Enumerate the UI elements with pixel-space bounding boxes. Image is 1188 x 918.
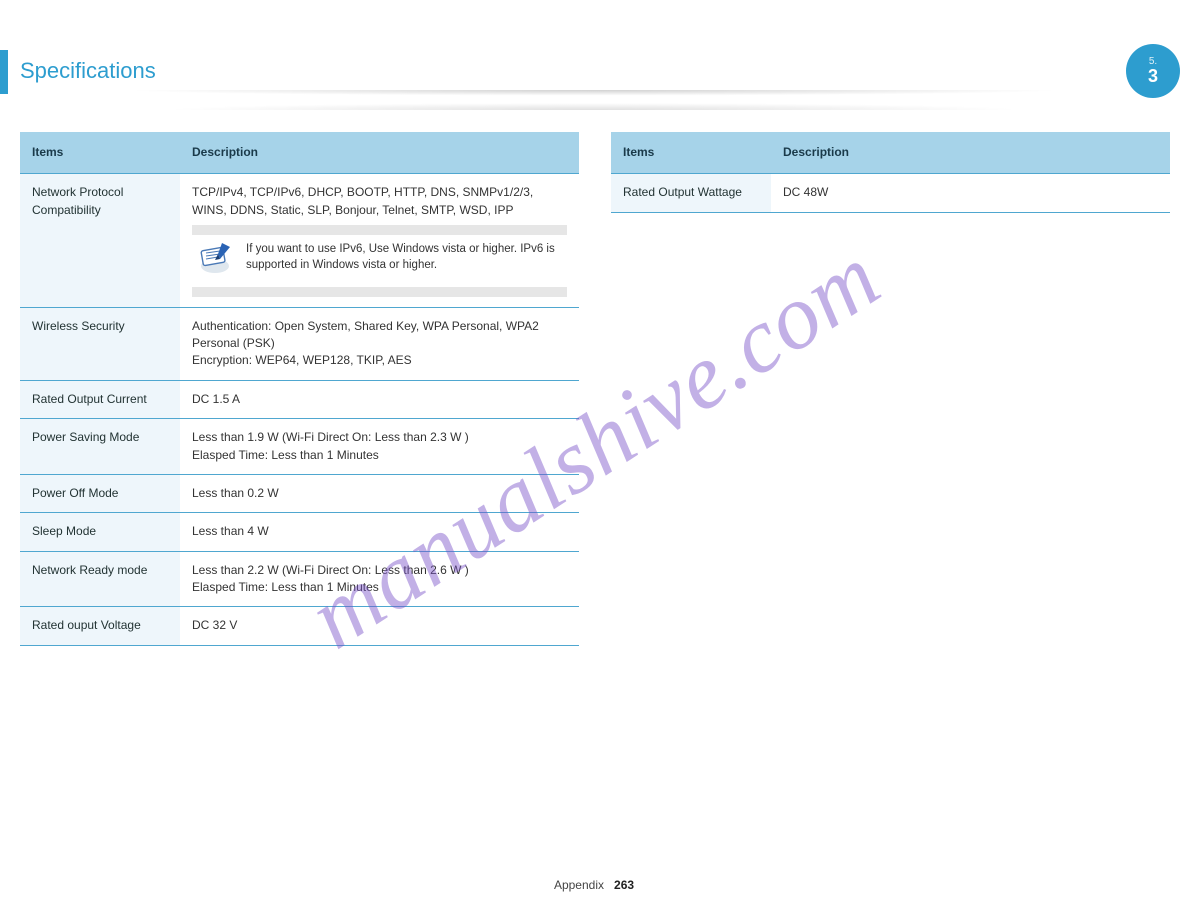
header-accent-bar — [0, 50, 8, 94]
spec-value: Less than 0.2 W — [180, 474, 579, 512]
spec-value: DC 48W — [771, 174, 1170, 212]
badge-page: 3 — [1148, 67, 1158, 85]
spec-value-text: TCP/IPv4, TCP/IPv6, DHCP, BOOTP, HTTP, D… — [192, 184, 567, 219]
header-divider-shadow-2 — [40, 100, 1148, 110]
footer-page-number: 263 — [614, 878, 634, 892]
left-column: Items Description Network Protocol Compa… — [20, 132, 579, 646]
table-header-items: Items — [611, 132, 771, 174]
footer-section: Appendix — [554, 878, 604, 892]
spec-key: Network Protocol Compatibility — [20, 174, 180, 307]
header-divider-shadow — [40, 90, 1148, 98]
spec-table-right: Items Description Rated Output Wattage D… — [611, 132, 1170, 213]
table-row: Wireless Security Authentication: Open S… — [20, 307, 579, 380]
badge-section: 5. — [1149, 57, 1157, 67]
page-title: Specifications — [20, 58, 156, 84]
content-columns: Items Description Network Protocol Compa… — [20, 132, 1170, 646]
spec-key: Power Saving Mode — [20, 419, 180, 475]
spec-value: Authentication: Open System, Shared Key,… — [180, 307, 579, 380]
table-header-description: Description — [180, 132, 579, 174]
spec-value: DC 1.5 A — [180, 380, 579, 418]
table-row: Rated Output Current DC 1.5 A — [20, 380, 579, 418]
table-row: Power Off Mode Less than 0.2 W — [20, 474, 579, 512]
spec-key: Rated Output Wattage — [611, 174, 771, 212]
spec-table-left: Items Description Network Protocol Compa… — [20, 132, 579, 646]
table-header-description: Description — [771, 132, 1170, 174]
spec-key: Power Off Mode — [20, 474, 180, 512]
spec-value: TCP/IPv4, TCP/IPv6, DHCP, BOOTP, HTTP, D… — [180, 174, 579, 307]
note-callout: If you want to use IPv6, Use Windows vis… — [192, 225, 567, 296]
spec-key: Network Ready mode — [20, 551, 180, 607]
note-icon — [196, 241, 238, 280]
table-row: Sleep Mode Less than 4 W — [20, 513, 579, 551]
table-row: Rated Output Wattage DC 48W — [611, 174, 1170, 212]
spec-key: Rated ouput Voltage — [20, 607, 180, 645]
table-row: Network Ready mode Less than 2.2 W (Wi-F… — [20, 551, 579, 607]
page-footer: Appendix 263 — [0, 878, 1188, 892]
spec-key: Wireless Security — [20, 307, 180, 380]
page-header: Specifications 5. 3 — [0, 0, 1188, 110]
spec-value: DC 32 V — [180, 607, 579, 645]
note-text: If you want to use IPv6, Use Windows vis… — [246, 241, 563, 273]
table-row: Power Saving Mode Less than 1.9 W (Wi-Fi… — [20, 419, 579, 475]
spec-key: Sleep Mode — [20, 513, 180, 551]
spec-value: Less than 1.9 W (Wi-Fi Direct On: Less t… — [180, 419, 579, 475]
table-header-items: Items — [20, 132, 180, 174]
table-row: Rated ouput Voltage DC 32 V — [20, 607, 579, 645]
right-column: Items Description Rated Output Wattage D… — [611, 132, 1170, 646]
table-row: Network Protocol Compatibility TCP/IPv4,… — [20, 174, 579, 307]
spec-value: Less than 2.2 W (Wi-Fi Direct On: Less t… — [180, 551, 579, 607]
spec-key: Rated Output Current — [20, 380, 180, 418]
spec-value: Less than 4 W — [180, 513, 579, 551]
